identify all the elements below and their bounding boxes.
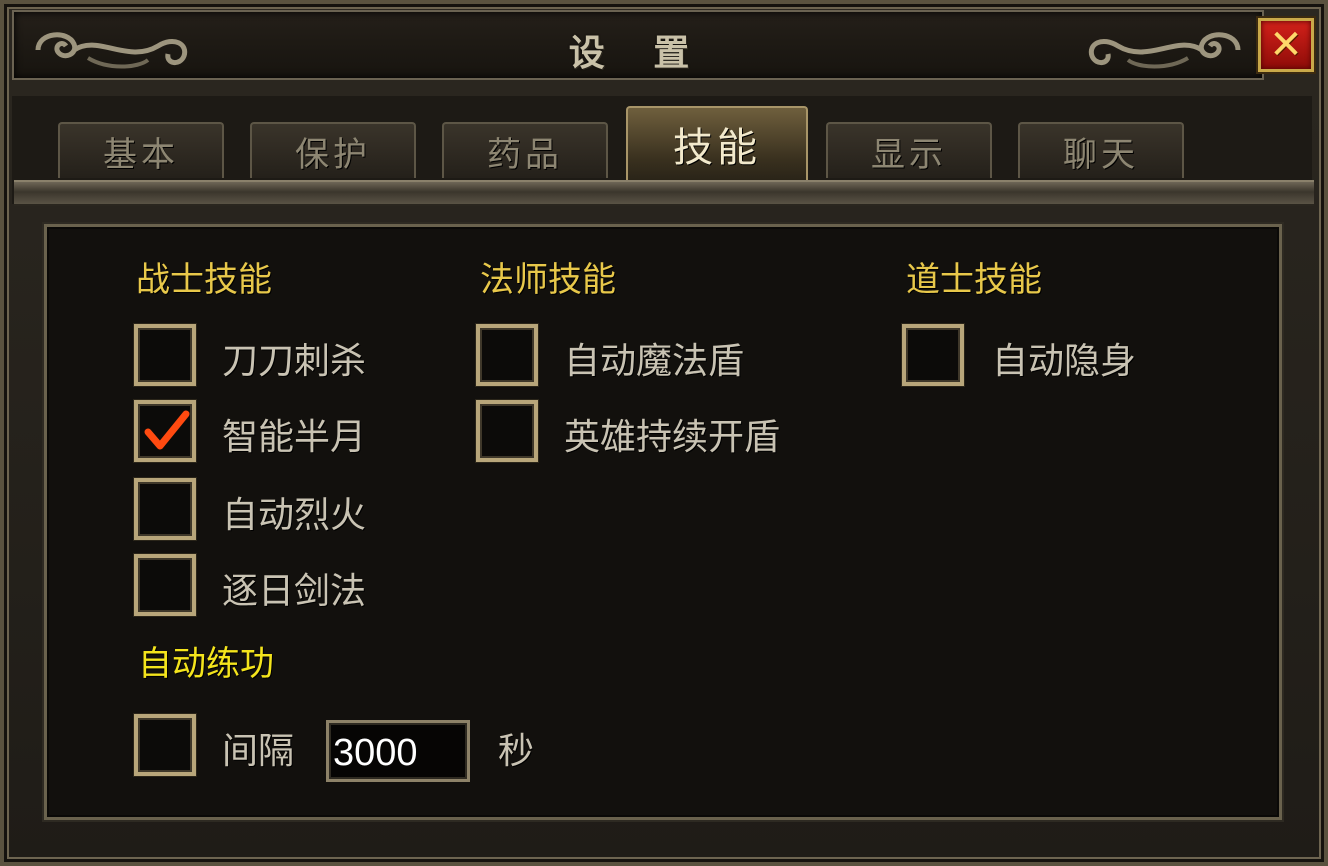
auto-practice-heading: 自动练功 — [138, 644, 274, 684]
tab-label: 聊天 — [1063, 134, 1139, 175]
tab-skills[interactable]: 技能 — [626, 106, 808, 180]
mage-skills-heading: 法师技能 — [480, 260, 616, 300]
window-title: 设 置 — [568, 32, 708, 74]
interval-input[interactable] — [326, 720, 470, 782]
option-label: 英雄持续开盾 — [564, 417, 781, 458]
close-button[interactable]: ✕ — [1258, 18, 1314, 72]
warrior-skills-heading: 战士技能 — [136, 260, 272, 300]
option-label: 逐日剑法 — [222, 571, 367, 612]
option-label: 刀刀刺杀 — [222, 341, 367, 382]
tab-potions[interactable]: 药品 — [442, 122, 608, 178]
checkbox-warrior-1[interactable] — [134, 400, 196, 462]
tab-label: 药品 — [487, 134, 563, 175]
option-label: 自动烈火 — [222, 495, 367, 536]
tab-label: 基本 — [103, 134, 179, 175]
checkbox-taoist-0[interactable] — [902, 324, 964, 386]
checkbox-warrior-2[interactable] — [134, 478, 196, 540]
tab-protection[interactable]: 保护 — [250, 122, 416, 178]
checkmark-icon — [144, 410, 190, 450]
option-label: 自动魔法盾 — [564, 341, 745, 382]
tab-divider — [14, 180, 1314, 206]
tab-label: 技能 — [673, 125, 761, 171]
title-bar: 设 置 — [12, 10, 1264, 80]
tab-chat[interactable]: 聊天 — [1018, 122, 1184, 178]
close-icon: ✕ — [1269, 22, 1303, 68]
checkbox-auto-practice[interactable] — [134, 714, 196, 776]
checkbox-mage-0[interactable] — [476, 324, 538, 386]
tab-label: 保护 — [295, 134, 371, 175]
right-ornament-icon — [1088, 32, 1241, 69]
checkbox-warrior-0[interactable] — [134, 324, 196, 386]
option-label: 智能半月 — [222, 417, 367, 458]
tab-label: 显示 — [871, 134, 947, 175]
tab-basic[interactable]: 基本 — [58, 122, 224, 178]
option-label: 自动隐身 — [992, 341, 1137, 382]
interval-label: 间隔 — [222, 731, 295, 772]
taoist-skills-heading: 道士技能 — [906, 260, 1042, 300]
tab-display[interactable]: 显示 — [826, 122, 992, 178]
checkbox-warrior-3[interactable] — [134, 554, 196, 616]
checkbox-mage-1[interactable] — [476, 400, 538, 462]
seconds-unit-label: 秒 — [498, 731, 535, 772]
